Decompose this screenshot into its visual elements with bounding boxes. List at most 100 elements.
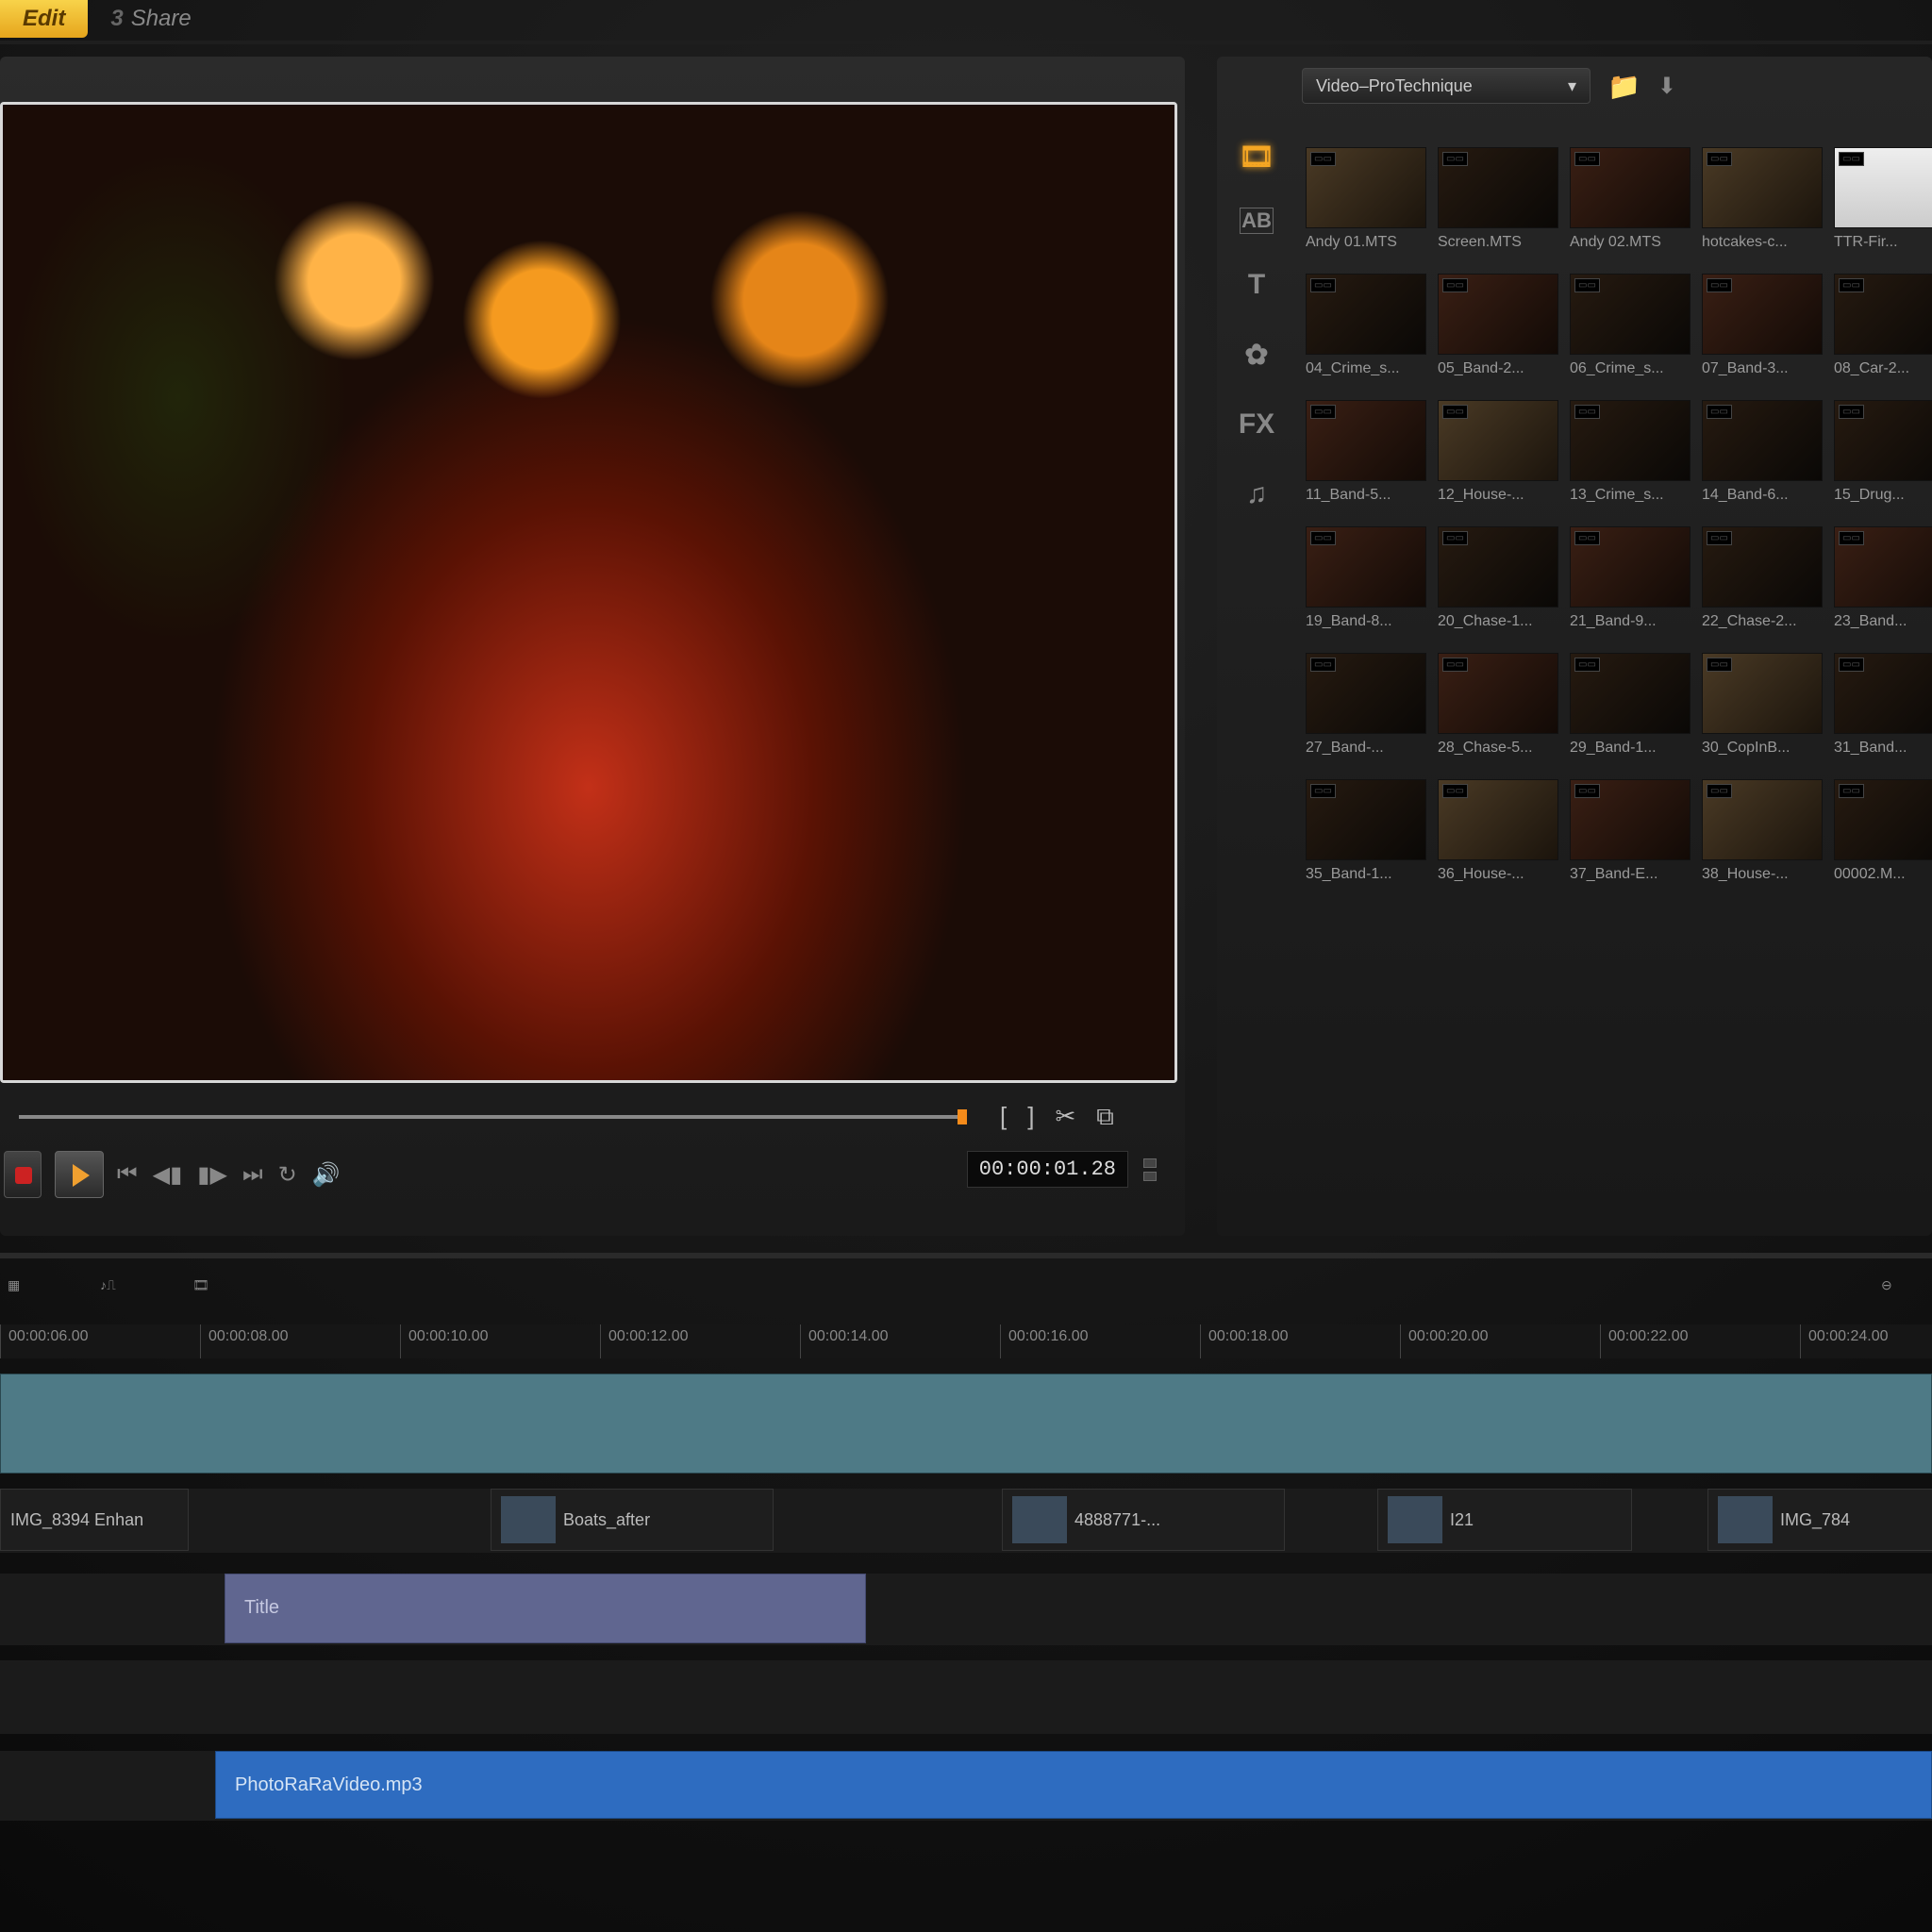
- open-folder-icon[interactable]: 📁: [1607, 71, 1641, 102]
- overlay-thumb: [1012, 1496, 1067, 1543]
- ruler-mark: 00:00:24.00: [1800, 1324, 1932, 1358]
- clip-label: Screen.MTS: [1438, 234, 1558, 251]
- go-end-icon[interactable]: ⏭: [242, 1161, 263, 1189]
- clip-label: 07_Band-3...: [1702, 360, 1823, 377]
- timecode-spinner[interactable]: [1143, 1158, 1157, 1181]
- clip-item[interactable]: ▭▭00002.M...: [1834, 779, 1932, 883]
- library-dropdown[interactable]: Video–ProTechnique ▾: [1302, 68, 1591, 104]
- timeline-ruler[interactable]: 00:00:06.0000:00:08.0000:00:10.0000:00:1…: [0, 1324, 1932, 1358]
- clip-item[interactable]: ▭▭13_Crime_s...: [1570, 400, 1690, 504]
- clip-item[interactable]: ▭▭36_House-...: [1438, 779, 1558, 883]
- clip-thumb: ▭▭: [1438, 147, 1558, 228]
- clip-badge-icon: ▭▭: [1707, 405, 1732, 419]
- clip-item[interactable]: ▭▭Andy 01.MTS: [1306, 147, 1426, 251]
- clip-item[interactable]: ▭▭30_CopInB...: [1702, 653, 1823, 757]
- clip-item[interactable]: ▭▭38_House-...: [1702, 779, 1823, 883]
- clip-item[interactable]: ▭▭08_Car-2...: [1834, 274, 1932, 377]
- clip-badge-icon: ▭▭: [1707, 658, 1732, 672]
- overlay-thumb: [1388, 1496, 1442, 1543]
- panel-divider[interactable]: [0, 1253, 1932, 1258]
- import-icon[interactable]: ⬇: [1657, 73, 1676, 100]
- step-back-icon[interactable]: ◀▮: [153, 1161, 183, 1189]
- library-side-tools: 🎞 AB T ✿ FX ♫: [1228, 138, 1285, 513]
- clip-item[interactable]: ▭▭28_Chase-5...: [1438, 653, 1558, 757]
- clip-thumb: ▭▭: [1306, 147, 1426, 228]
- overlay-clip[interactable]: IMG_8394 Enhan: [0, 1489, 189, 1551]
- preview-screen[interactable]: [0, 102, 1177, 1083]
- clip-item[interactable]: ▭▭ Screen.MTS: [1438, 147, 1558, 251]
- clip-item[interactable]: ▭▭22_Chase-2...: [1702, 526, 1823, 630]
- mark-out-icon[interactable]: ]: [1027, 1102, 1034, 1132]
- clip-item[interactable]: ▭▭06_Crime_s...: [1570, 274, 1690, 377]
- clip-item[interactable]: ▭▭29_Band-1...: [1570, 653, 1690, 757]
- volume-icon[interactable]: 🔊: [312, 1161, 341, 1189]
- overlay-clip[interactable]: IMG_784: [1707, 1489, 1932, 1551]
- clip-item[interactable]: ▭▭23_Band...: [1834, 526, 1932, 630]
- video-clip[interactable]: [0, 1374, 1932, 1474]
- clip-thumb: ▭▭: [1438, 274, 1558, 355]
- clip-item[interactable]: ▭▭hotcakes-c...: [1702, 147, 1823, 251]
- clip-label: 37_Band-E...: [1570, 866, 1690, 883]
- clip-thumb: ▭▭: [1306, 779, 1426, 860]
- link-icon[interactable]: ⧉: [1096, 1102, 1114, 1132]
- transition-tab-icon[interactable]: AB: [1240, 208, 1274, 234]
- graphic-tab-icon[interactable]: ✿: [1237, 336, 1276, 374]
- voice-track[interactable]: [0, 1660, 1932, 1734]
- mark-in-icon[interactable]: [: [1000, 1102, 1007, 1132]
- play-button[interactable]: [55, 1151, 104, 1198]
- clip-item[interactable]: ▭▭21_Band-9...: [1570, 526, 1690, 630]
- timeline-audio-icon[interactable]: ♪⎍: [100, 1277, 136, 1309]
- music-track[interactable]: PhotoRaRaVideo.mp3: [0, 1751, 1932, 1821]
- clip-item[interactable]: ▭▭20_Chase-1...: [1438, 526, 1558, 630]
- scrub-handle[interactable]: [958, 1109, 967, 1124]
- fx-tab-icon[interactable]: FX: [1237, 406, 1276, 443]
- cut-icon[interactable]: ✂: [1055, 1102, 1075, 1132]
- timeline-batch-icon[interactable]: 🎞: [192, 1277, 228, 1309]
- ruler-mark: 00:00:12.00: [600, 1324, 800, 1358]
- overlay-clip-label: IMG_8394 Enhan: [10, 1510, 143, 1530]
- audio-tab-icon[interactable]: ♫: [1237, 475, 1276, 513]
- clip-item[interactable]: ▭▭37_Band-E...: [1570, 779, 1690, 883]
- overlay-track[interactable]: IMG_8394 Enhan Boats_after 4888771-... I21 I…: [0, 1489, 1932, 1553]
- clip-thumb: ▭▭: [1306, 653, 1426, 734]
- clip-item[interactable]: ▭▭TTR-Fir...: [1834, 147, 1932, 251]
- clip-item[interactable]: ▭▭12_House-...: [1438, 400, 1558, 504]
- clip-label: 35_Band-1...: [1306, 866, 1426, 883]
- title-clip[interactable]: Title: [225, 1574, 866, 1643]
- tab-share[interactable]: 3 Share: [88, 0, 213, 38]
- stop-button[interactable]: [4, 1151, 42, 1198]
- title-track[interactable]: Title: [0, 1574, 1932, 1645]
- timeline-tool-1-icon[interactable]: ▦: [8, 1277, 43, 1309]
- clip-item[interactable]: ▭▭15_Drug...: [1834, 400, 1932, 504]
- clip-item[interactable]: ▭▭Andy 02.MTS: [1570, 147, 1690, 251]
- overlay-clip-label: IMG_784: [1780, 1510, 1850, 1530]
- clip-item[interactable]: ▭▭11_Band-5...: [1306, 400, 1426, 504]
- clip-item[interactable]: ▭▭14_Band-6...: [1702, 400, 1823, 504]
- clip-label: 06_Crime_s...: [1570, 360, 1690, 377]
- title-tab-icon[interactable]: T: [1237, 266, 1276, 304]
- audio-clip[interactable]: PhotoRaRaVideo.mp3: [215, 1751, 1932, 1819]
- clip-item[interactable]: ▭▭04_Crime_s...: [1306, 274, 1426, 377]
- loop-icon[interactable]: ↻: [278, 1161, 297, 1189]
- clip-thumb: ▭▭: [1702, 274, 1823, 355]
- overlay-clip[interactable]: Boats_after: [491, 1489, 774, 1551]
- clip-item[interactable]: ▭▭05_Band-2...: [1438, 274, 1558, 377]
- overlay-clip[interactable]: I21: [1377, 1489, 1632, 1551]
- clip-item[interactable]: ▭▭31_Band...: [1834, 653, 1932, 757]
- clip-badge-icon: ▭▭: [1707, 784, 1732, 798]
- go-start-icon[interactable]: ⏮: [117, 1161, 138, 1189]
- clip-item[interactable]: ▭▭ 07_Band-3...: [1702, 274, 1823, 377]
- overlay-clip[interactable]: 4888771-...: [1002, 1489, 1285, 1551]
- scrub-bar[interactable]: [19, 1115, 967, 1119]
- step-fwd-icon[interactable]: ▮▶: [197, 1161, 227, 1189]
- clip-label: 23_Band...: [1834, 613, 1932, 630]
- clip-item[interactable]: ▭▭19_Band-8...: [1306, 526, 1426, 630]
- zoom-fit-icon[interactable]: ⊖: [1881, 1277, 1917, 1309]
- video-track[interactable]: [0, 1374, 1932, 1474]
- timecode-display[interactable]: 00:00:01.28: [967, 1151, 1128, 1188]
- clip-item[interactable]: ▭▭27_Band-...: [1306, 653, 1426, 757]
- overlay-thumb: [501, 1496, 556, 1543]
- media-tab-icon[interactable]: 🎞: [1237, 138, 1276, 175]
- tab-edit[interactable]: Edit: [0, 0, 88, 38]
- clip-item[interactable]: ▭▭ 35_Band-1...: [1306, 779, 1426, 883]
